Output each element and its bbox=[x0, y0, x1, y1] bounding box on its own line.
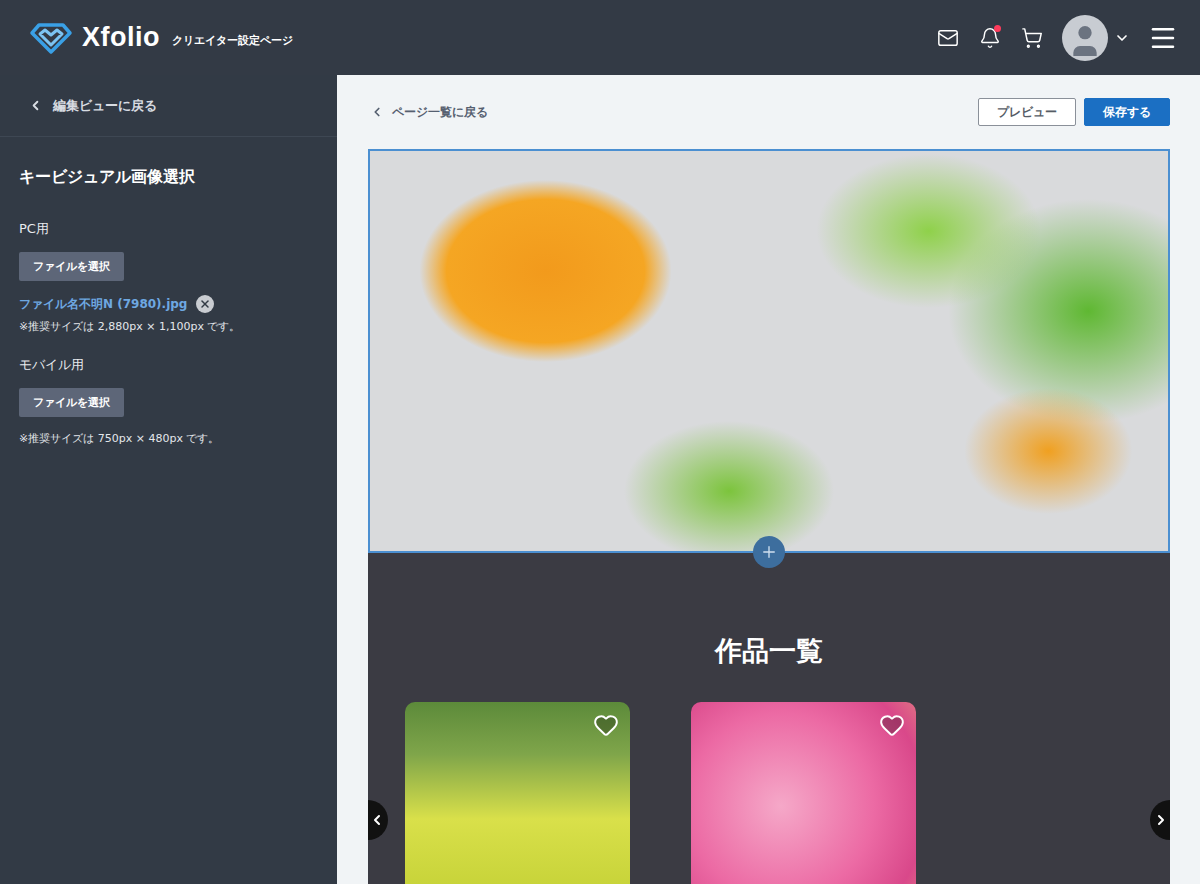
body: 編集ビューに戻るキービジュアル画像選択PC用ファイルを選択ファイル名不明N (7… bbox=[0, 75, 1200, 884]
chevron-right-icon bbox=[1153, 812, 1169, 828]
page: Xfolio クリエイター設定ページ編集ビューに戻るキービジュアル画像選択 PC用フ… bbox=[0, 0, 1200, 884]
carousel-prev[interactable] bbox=[368, 800, 388, 840]
menu-button[interactable] bbox=[1148, 26, 1178, 50]
notification-button[interactable] bbox=[978, 26, 1002, 50]
back-to-pages[interactable]: ページ一覧に戻る bbox=[368, 104, 488, 121]
logo-text: Xfolio bbox=[82, 22, 160, 53]
key-visual[interactable] bbox=[368, 149, 1170, 553]
file-select-button[interactable]: ファイルを選択 bbox=[19, 252, 124, 281]
section-label: モバイル用 bbox=[19, 356, 84, 374]
work-card[interactable] bbox=[691, 702, 916, 884]
add-block-button[interactable] bbox=[753, 536, 785, 568]
file-row: ファイル名不明N (7980).jpg bbox=[19, 295, 214, 313]
size-note: ※推奨サイズは 2,880px × 1,100px です。 bbox=[19, 319, 240, 334]
heart-icon bbox=[593, 712, 619, 738]
work-card[interactable] bbox=[405, 702, 630, 884]
cart-button[interactable] bbox=[1020, 26, 1044, 50]
section-label: PC用 bbox=[19, 220, 49, 238]
file-select-button[interactable]: ファイルを選択 bbox=[19, 388, 124, 417]
unread-dot bbox=[994, 25, 1001, 32]
mail-icon bbox=[937, 27, 959, 49]
chevron-left-icon bbox=[369, 812, 385, 828]
works-section: 作品一覧 bbox=[368, 553, 1170, 884]
mail-button[interactable] bbox=[936, 26, 960, 50]
works-title: 作品一覧 bbox=[715, 633, 823, 669]
heart-icon bbox=[879, 712, 905, 738]
plus-icon bbox=[760, 543, 778, 561]
like-button[interactable] bbox=[879, 712, 905, 738]
works-carousel bbox=[368, 702, 1170, 884]
chevron-left-icon bbox=[28, 98, 43, 113]
upload-section: モバイル用ファイルを選択 ※推奨サイズは 750px × 480px です。 bbox=[19, 356, 318, 446]
page-canvas: 作品一覧 bbox=[368, 149, 1170, 884]
toolbar-buttons: プレビュー保存する bbox=[978, 98, 1170, 126]
file-name[interactable]: ファイル名不明N (7980).jpg bbox=[19, 296, 187, 313]
preview-button[interactable]: プレビュー bbox=[978, 98, 1076, 126]
avatar bbox=[1062, 15, 1108, 61]
sidebar: 編集ビューに戻るキービジュアル画像選択PC用ファイルを選択ファイル名不明N (7… bbox=[0, 75, 337, 884]
back-to-edit-view[interactable]: 編集ビューに戻る bbox=[0, 75, 337, 137]
hamburger-icon bbox=[1148, 23, 1178, 53]
header-icons bbox=[936, 15, 1178, 61]
size-note: ※推奨サイズは 750px × 480px です。 bbox=[19, 431, 219, 446]
upload-section: PC用ファイルを選択ファイル名不明N (7980).jpg ※推奨サイズは 2,8… bbox=[19, 220, 318, 334]
back-label: ページ一覧に戻る bbox=[392, 104, 488, 121]
account-menu[interactable] bbox=[1062, 15, 1130, 61]
toolbar: ページ一覧に戻る プレビュー保存する bbox=[368, 75, 1170, 149]
sidebar-content: キービジュアル画像選択PC用ファイルを選択ファイル名不明N (7980).jpg… bbox=[0, 137, 337, 498]
carousel-next[interactable] bbox=[1150, 800, 1170, 840]
close-icon bbox=[199, 298, 211, 310]
user-icon bbox=[1065, 21, 1105, 61]
cart-icon bbox=[1021, 27, 1043, 49]
like-button[interactable] bbox=[593, 712, 619, 738]
main: ページ一覧に戻る プレビュー保存する作品一覧 bbox=[337, 75, 1200, 884]
logo-icon bbox=[28, 21, 74, 55]
remove-file-button[interactable] bbox=[196, 295, 214, 313]
header: Xfolio クリエイター設定ページ bbox=[0, 0, 1200, 75]
back-label: 編集ビューに戻る bbox=[53, 97, 157, 115]
save-button[interactable]: 保存する bbox=[1084, 98, 1170, 126]
brand[interactable]: Xfolio クリエイター設定ページ bbox=[28, 21, 293, 55]
chevron-left-icon bbox=[370, 105, 384, 119]
chevron-down-icon bbox=[1114, 30, 1130, 46]
subtitle: クリエイター設定ページ bbox=[172, 33, 293, 48]
sidebar-title: キービジュアル画像選択 bbox=[19, 167, 318, 188]
